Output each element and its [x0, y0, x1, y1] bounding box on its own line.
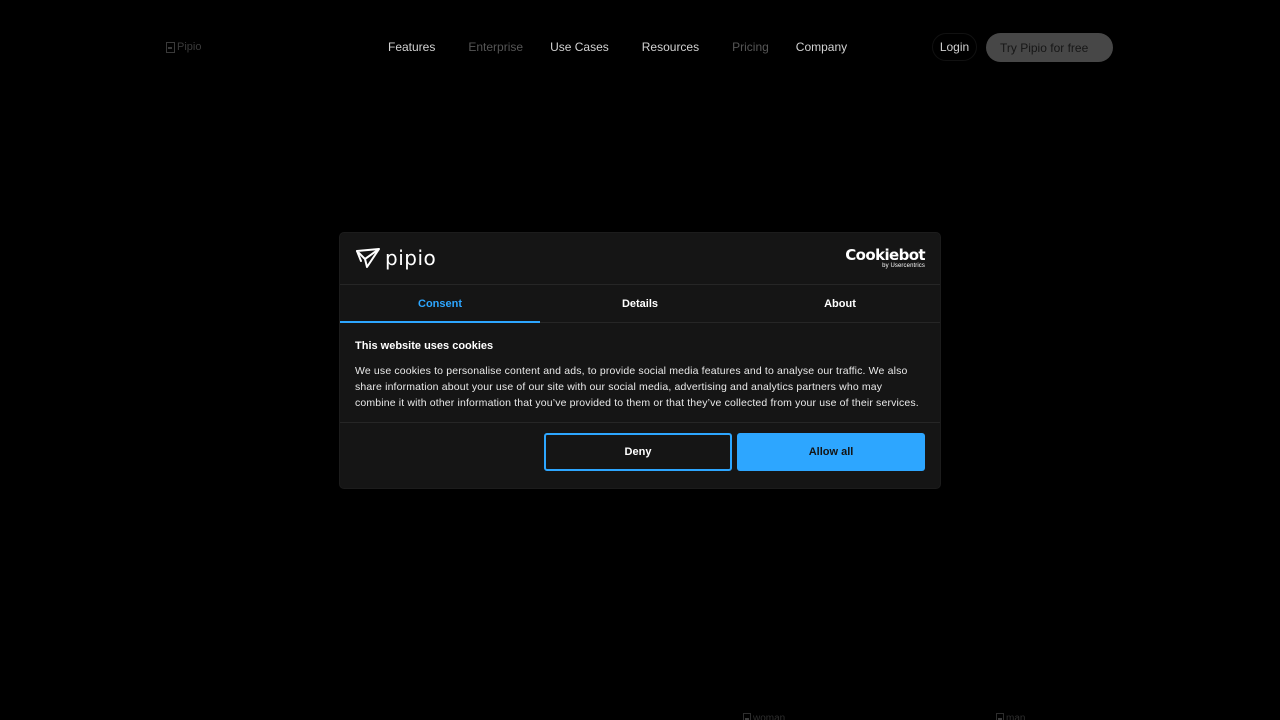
man-image-alt: man: [1006, 713, 1026, 720]
deny-button[interactable]: Deny: [544, 433, 732, 471]
woman-image-alt: woman: [753, 713, 786, 720]
allow-all-button[interactable]: Allow all: [737, 433, 925, 471]
site-logo-alt: Pipio: [177, 41, 202, 53]
cookiebot-name: Cookiebot: [845, 246, 925, 264]
try-free-button[interactable]: Try Pipio for free: [986, 33, 1113, 62]
broken-image-icon: [166, 41, 175, 53]
dialog-header: pipio Cookiebot by Usercentrics: [340, 233, 940, 285]
nav-link-company[interactable]: Company: [796, 40, 847, 54]
woman-image: woman: [743, 713, 785, 720]
site-logo[interactable]: Pipio: [166, 40, 201, 54]
dialog-footer: Deny Allow all: [340, 422, 940, 488]
dialog-tabs: Consent Details About: [340, 285, 940, 323]
man-image: man: [996, 713, 1025, 720]
dialog-text: We use cookies to personalise content an…: [355, 365, 919, 409]
nav-link-use-cases[interactable]: Use Cases: [550, 40, 609, 54]
cookie-consent-dialog: pipio Cookiebot by Usercentrics Consent …: [340, 233, 940, 488]
dialog-body: This website uses cookies We use cookies…: [355, 339, 925, 411]
cookiebot-logo[interactable]: Cookiebot by Usercentrics: [845, 248, 925, 270]
dialog-title: This website uses cookies: [355, 340, 494, 352]
broken-image-icon: [996, 713, 1004, 720]
paper-plane-icon: [356, 248, 380, 268]
nav-link-enterprise[interactable]: Enterprise: [468, 40, 523, 54]
login-button[interactable]: Login: [932, 33, 977, 61]
nav-link-features[interactable]: Features: [388, 40, 435, 54]
pipio-logo: pipio: [355, 247, 436, 269]
top-nav: Pipio Features Enterprise Use Cases Reso…: [0, 0, 1280, 94]
nav-links: Features Enterprise Use Cases Resources …: [388, 40, 847, 54]
page: Pipio Features Enterprise Use Cases Reso…: [0, 0, 1280, 720]
tab-about[interactable]: About: [740, 285, 940, 322]
nav-link-pricing[interactable]: Pricing: [732, 40, 769, 54]
broken-image-icon: [743, 713, 751, 720]
tab-details[interactable]: Details: [540, 285, 740, 322]
tab-consent[interactable]: Consent: [340, 285, 540, 323]
brand-name: pipio: [385, 246, 437, 270]
nav-link-resources[interactable]: Resources: [642, 40, 699, 54]
